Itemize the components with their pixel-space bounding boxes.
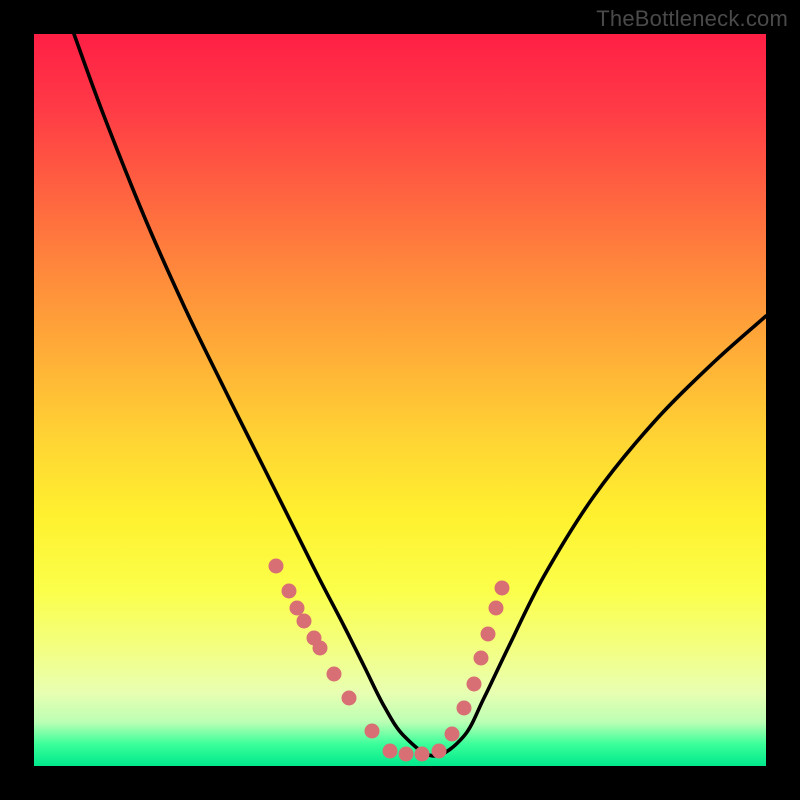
curve-layer <box>34 34 766 766</box>
dot-marker <box>290 601 305 616</box>
dot-marker <box>282 584 297 599</box>
dot-marker <box>313 641 328 656</box>
main-curve <box>74 34 766 756</box>
dot-marker <box>269 559 284 574</box>
curve-dots <box>269 559 510 762</box>
dot-marker <box>474 651 489 666</box>
dot-marker <box>481 627 496 642</box>
dot-marker <box>297 614 312 629</box>
dot-marker <box>489 601 504 616</box>
dot-marker <box>399 747 414 762</box>
dot-marker <box>432 744 447 759</box>
watermark-text: TheBottleneck.com <box>596 6 788 32</box>
dot-marker <box>342 691 357 706</box>
dot-marker <box>445 727 460 742</box>
dot-marker <box>495 581 510 596</box>
dot-marker <box>327 667 342 682</box>
dot-marker <box>457 701 472 716</box>
dot-marker <box>383 744 398 759</box>
dot-marker <box>365 724 380 739</box>
dot-marker <box>467 677 482 692</box>
dot-marker <box>415 747 430 762</box>
chart-frame: TheBottleneck.com <box>0 0 800 800</box>
plot-area <box>34 34 766 766</box>
